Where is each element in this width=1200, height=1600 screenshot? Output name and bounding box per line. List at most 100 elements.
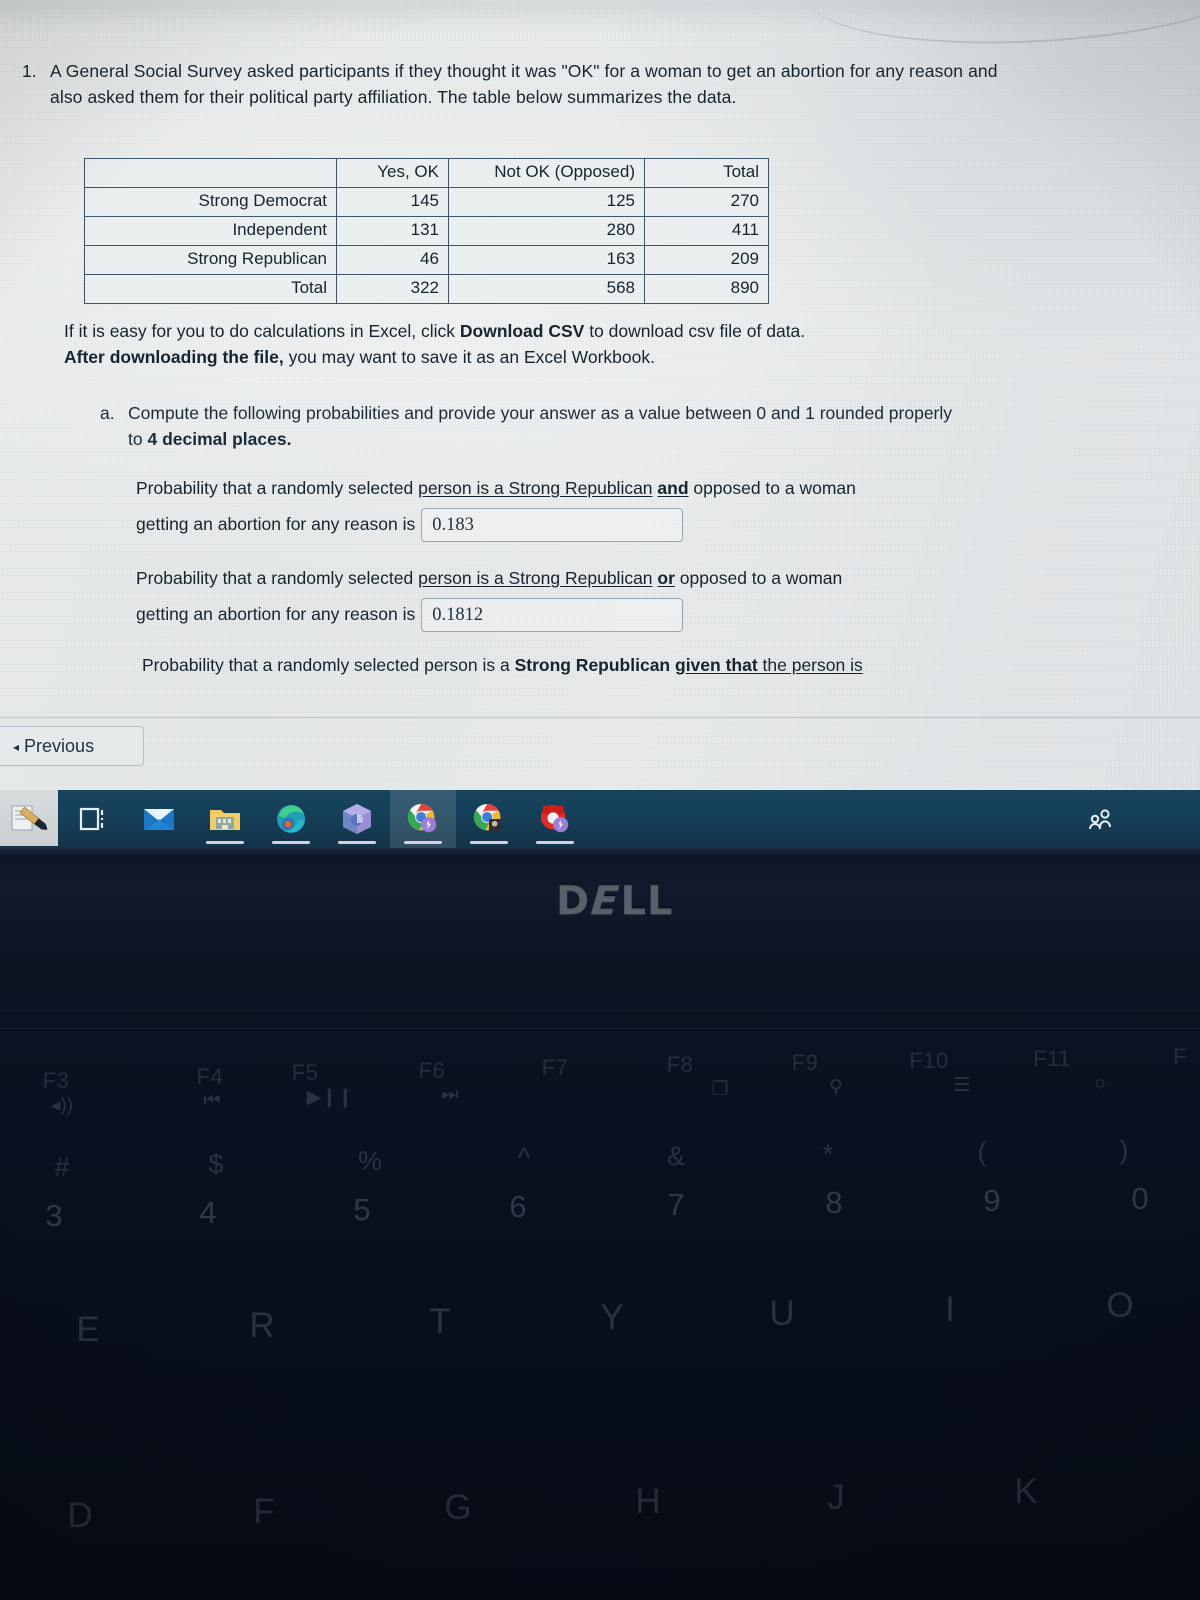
probability-2-line-2: getting an abortion for any reason is 0.1… xyxy=(136,596,1036,633)
cell-independent-no: 280 xyxy=(448,216,645,246)
taskbar-items xyxy=(60,790,588,848)
deck-seam-upper xyxy=(0,1010,1200,1011)
key-4[interactable]: 4 xyxy=(178,1195,238,1231)
key-f6-next-track-icon: ⏭ xyxy=(441,1084,459,1105)
key-f5-label[interactable]: F5 xyxy=(275,1060,335,1086)
key-h[interactable]: H xyxy=(616,1482,680,1522)
mail-icon xyxy=(144,809,174,830)
prob1-post: opposed to a woman xyxy=(688,478,856,498)
key-8[interactable]: 8 xyxy=(804,1185,864,1221)
key-t[interactable]: T xyxy=(410,1302,470,1342)
key-f5-play-pause-icon: ▶❙❙ xyxy=(306,1087,354,1108)
key-0-shift-symbol: ) xyxy=(1119,1135,1129,1165)
previous-button[interactable]: ◂ Previous xyxy=(0,726,144,766)
row-label-total: Total xyxy=(84,274,337,304)
csv-note-line-2: After downloading the file, you may want… xyxy=(64,344,984,370)
taskbar-item-mail[interactable] xyxy=(126,790,192,848)
part-a-body: Compute the following probabilities and … xyxy=(128,400,970,452)
people-share-icon[interactable] xyxy=(1086,807,1116,831)
cell-independent-yes: 131 xyxy=(336,216,449,246)
taskbar-item-google-chrome-1[interactable] xyxy=(390,790,456,848)
key-i[interactable]: I xyxy=(920,1290,980,1330)
key-d[interactable]: D xyxy=(48,1496,112,1536)
probability-1-line-1: Probability that a randomly selected per… xyxy=(136,470,1036,506)
key-f12-label[interactable]: F xyxy=(1160,1044,1200,1070)
key-0[interactable]: 0 xyxy=(1110,1181,1170,1217)
key-7[interactable]: 7 xyxy=(646,1187,706,1223)
cell-total-yes: 322 xyxy=(336,274,449,304)
table-row: Independent 131 280 411 xyxy=(84,216,769,246)
prob1-line2: getting an abortion for any reason is xyxy=(136,514,416,534)
key-f8-display-icon: ❐ xyxy=(711,1079,729,1100)
task-view-icon xyxy=(79,807,104,831)
taskbar-item-task-view[interactable] xyxy=(60,790,126,848)
key-f7-label[interactable]: F7 xyxy=(525,1055,585,1081)
probability-2-line-1: Probability that a randomly selected per… xyxy=(136,560,1036,596)
column-header-total: Total xyxy=(644,158,769,188)
part-a-label: a. xyxy=(100,403,115,423)
answer-input-1[interactable]: 0.183 xyxy=(421,508,684,543)
cell-total-no: 568 xyxy=(448,274,645,304)
microsoft-365-icon xyxy=(343,804,371,834)
key-f6-label[interactable]: F6 xyxy=(402,1058,462,1084)
prob2-underline-1: person is a Strong Republican xyxy=(418,568,653,588)
column-header-yes-ok: Yes, OK xyxy=(336,158,449,188)
key-y[interactable]: Y xyxy=(582,1298,642,1338)
prob2-post: opposed to a woman xyxy=(674,568,843,588)
answer-input-2[interactable]: 0.1812 xyxy=(421,598,684,633)
cell-strong-democrat-total: 270 xyxy=(644,187,769,217)
contingency-table: Yes, OK Not OK (Opposed) Total Strong De… xyxy=(84,158,769,304)
key-f9-label[interactable]: F9 xyxy=(775,1050,835,1076)
key-r[interactable]: R xyxy=(232,1306,292,1346)
prob1-underline-1: person is a Strong Republican xyxy=(418,478,653,498)
cell-strong-republican-no: 163 xyxy=(448,245,645,275)
taskbar-system-tray xyxy=(1086,790,1116,848)
question-block: 1. A General Social Survey asked partici… xyxy=(22,58,1002,110)
key-f3-volume-icon: ◂)) xyxy=(50,1095,74,1116)
key-f[interactable]: F xyxy=(232,1492,296,1532)
key-f11-label[interactable]: F11 xyxy=(1020,1046,1084,1072)
taskbar-item-microsoft-365[interactable] xyxy=(324,790,390,848)
taskbar-item-file-explorer[interactable] xyxy=(192,790,258,848)
key-9[interactable]: 9 xyxy=(962,1183,1022,1219)
taskbar-item-microsoft-edge[interactable] xyxy=(258,790,324,848)
key-f10-label[interactable]: F10 xyxy=(897,1048,961,1074)
key-j[interactable]: J xyxy=(804,1478,868,1518)
key-f3-label[interactable]: F3 xyxy=(26,1068,86,1094)
cell-strong-democrat-yes: 145 xyxy=(336,187,449,217)
table-row: Total 322 568 890 xyxy=(84,274,769,304)
windows-ink-workspace-button[interactable] xyxy=(0,790,58,846)
folder-icon xyxy=(210,810,240,830)
cell-total-total: 890 xyxy=(644,274,769,304)
taskbar-item-recording-app[interactable] xyxy=(522,790,588,848)
key-3[interactable]: 3 xyxy=(24,1198,84,1234)
previous-button-label: Previous xyxy=(24,736,95,756)
key-5[interactable]: 5 xyxy=(332,1192,392,1228)
key-k[interactable]: K xyxy=(994,1472,1058,1512)
key-5-shift-symbol: % xyxy=(357,1146,382,1176)
microsoft-edge-icon xyxy=(277,805,305,833)
key-6[interactable]: 6 xyxy=(488,1189,548,1225)
google-chrome-icon xyxy=(473,803,502,832)
taskbar-running-indicator xyxy=(404,841,442,844)
key-u[interactable]: U xyxy=(752,1294,812,1334)
prob3-post: the person is xyxy=(757,655,863,675)
download-csv-link[interactable]: Download CSV xyxy=(460,321,584,341)
key-f8-label[interactable]: F8 xyxy=(650,1052,710,1078)
cell-strong-republican-total: 209 xyxy=(644,245,769,275)
recording-app-icon xyxy=(540,804,569,833)
part-a-line-2b: 4 decimal places. xyxy=(147,429,292,449)
taskbar-item-google-chrome-2[interactable] xyxy=(456,790,522,848)
cell-independent-total: 411 xyxy=(644,216,769,246)
laptop-hinge xyxy=(0,848,1200,858)
key-f4-label[interactable]: F4 xyxy=(180,1064,240,1090)
key-8-shift-symbol: * xyxy=(822,1139,834,1169)
row-label-strong-republican: Strong Republican xyxy=(84,245,337,275)
table-corner-cell xyxy=(84,158,337,188)
windows-taskbar xyxy=(0,790,1200,848)
key-e[interactable]: E xyxy=(58,1310,118,1350)
pen-and-notes-icon xyxy=(11,805,48,831)
key-o[interactable]: O xyxy=(1090,1286,1150,1326)
contingency-table-wrapper: Yes, OK Not OK (Opposed) Total Strong De… xyxy=(84,158,769,304)
key-g[interactable]: G xyxy=(426,1488,490,1528)
